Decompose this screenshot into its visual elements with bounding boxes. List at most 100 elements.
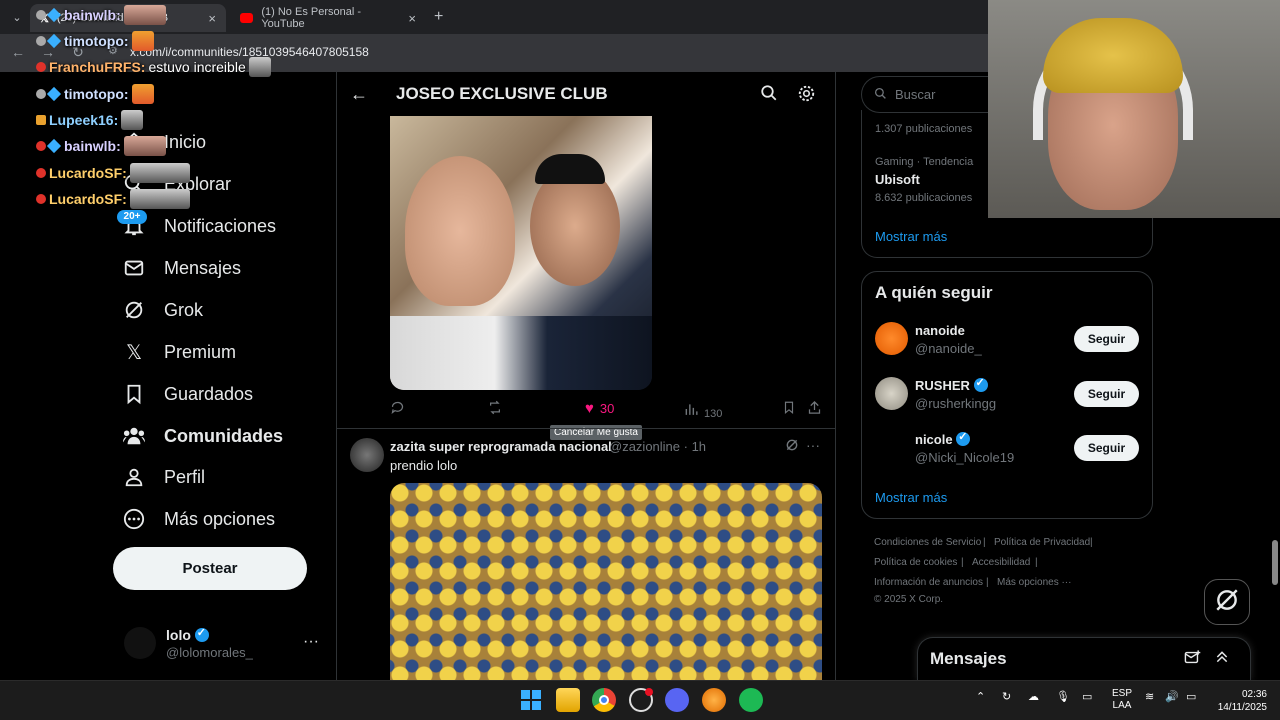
notification-dot <box>645 688 653 696</box>
footer-link[interactable]: Condiciones de Servicio <box>874 537 981 548</box>
post-more-icon[interactable]: ··· <box>806 437 820 453</box>
display-icon[interactable]: ▭ <box>1082 690 1092 703</box>
footer-link[interactable]: Información de anuncios <box>874 577 983 588</box>
chat-text: estuvo increible <box>148 59 246 75</box>
webcam-overlay <box>988 0 1280 218</box>
expand-icon[interactable] <box>1214 648 1230 671</box>
back-icon[interactable]: ← <box>8 42 28 62</box>
back-arrow-icon[interactable]: ← <box>350 84 368 105</box>
grok-icon <box>1214 587 1240 618</box>
photo-detail <box>390 316 652 390</box>
search-input[interactable]: Buscar <box>861 76 991 113</box>
profile-more-icon[interactable]: ··· <box>303 633 319 651</box>
profile-name[interactable]: lolo <box>166 626 209 643</box>
tab-close-icon[interactable]: × <box>208 11 216 26</box>
new-message-icon[interactable] <box>1184 649 1201 671</box>
nav-messages[interactable]: Mensajes <box>122 248 241 288</box>
nav-label: Inicio <box>164 131 207 152</box>
grok-icon[interactable] <box>785 438 799 457</box>
post-photo[interactable] <box>390 116 652 390</box>
like-button[interactable]: ♥ 30 <box>585 400 614 417</box>
show-more-link[interactable]: Mostrar más <box>875 490 947 505</box>
chat-user: LucardoSF: <box>49 191 127 207</box>
avatar[interactable] <box>124 627 156 659</box>
file-explorer-icon[interactable] <box>556 688 580 712</box>
language-indicator[interactable]: ESP LAA <box>1112 688 1132 712</box>
show-more-link[interactable]: Mostrar más <box>875 229 947 244</box>
chat-badge-icon <box>36 89 46 99</box>
grok-icon <box>122 298 146 322</box>
chat-user: bainwlb: <box>64 7 121 23</box>
sync-icon[interactable]: ↻ <box>1002 690 1011 703</box>
verified-badge-icon <box>46 138 62 154</box>
footer-separator: | <box>1035 557 1038 568</box>
bookmark-button[interactable] <box>782 400 796 418</box>
post-text: prendio lolo <box>390 458 458 473</box>
follow-button[interactable]: Seguir <box>1074 381 1139 407</box>
nav-grok[interactable]: Grok <box>122 290 203 330</box>
trend-title[interactable]: Ubisoft <box>875 172 920 187</box>
post-author[interactable]: zazita super reprogramada nacional <box>390 439 612 454</box>
avatar[interactable] <box>875 431 908 464</box>
tab-youtube[interactable]: (1) No Es Personal - YouTube × <box>230 4 426 32</box>
avatar[interactable] <box>350 438 384 472</box>
views-button[interactable]: 130 <box>684 400 722 420</box>
repost-button[interactable] <box>487 400 503 418</box>
footer-separator: | <box>983 537 986 548</box>
battery-icon[interactable]: ▭ <box>1186 690 1196 703</box>
avatar[interactable] <box>875 377 908 410</box>
grok-button[interactable] <box>1204 579 1250 625</box>
post-photo[interactable] <box>390 483 822 680</box>
footer-link[interactable]: Accesibilidad <box>972 557 1030 568</box>
avatar[interactable] <box>875 322 908 355</box>
follow-name[interactable]: nanoide <box>915 323 965 338</box>
new-tab-button[interactable]: + <box>434 8 443 26</box>
views-count: 130 <box>704 408 723 420</box>
post-button[interactable]: Postear <box>113 547 307 590</box>
follow-button[interactable]: Seguir <box>1074 435 1139 461</box>
follow-name[interactable]: nicole <box>915 430 971 447</box>
chat-user: Lupeek16: <box>49 112 119 128</box>
windows-start-icon[interactable] <box>519 688 543 712</box>
clock[interactable]: 02:36 14/11/2025 <box>1212 688 1267 714</box>
share-button[interactable] <box>807 400 822 418</box>
emote-icon <box>248 57 271 77</box>
chevron-up-icon[interactable]: ⌃ <box>976 690 985 703</box>
footer-link[interactable]: Política de Privacidad <box>994 537 1090 548</box>
chat-badge-icon <box>36 10 46 20</box>
verified-icon <box>956 430 971 446</box>
tab-close-icon[interactable]: × <box>408 11 416 26</box>
reply-button[interactable] <box>390 400 405 418</box>
chat-badge-icon <box>36 62 46 72</box>
fl-studio-icon[interactable] <box>702 688 726 712</box>
nav-more[interactable]: Más opciones <box>122 499 275 539</box>
tab-search-button[interactable]: ⌄ <box>8 9 26 27</box>
follow-name[interactable]: RUSHER <box>915 376 988 393</box>
nav-label: Premium <box>164 341 237 362</box>
scrollbar-thumb[interactable] <box>1272 540 1278 585</box>
chat-message: LucardoSF: <box>36 163 190 183</box>
gear-icon[interactable] <box>797 84 816 108</box>
footer-link[interactable]: Más opciones ··· <box>997 577 1071 588</box>
emote-icon <box>129 189 190 209</box>
spotify-icon[interactable] <box>739 688 763 712</box>
nav-bookmarks[interactable]: Guardados <box>122 374 253 414</box>
volume-icon[interactable]: 🔊 <box>1165 690 1179 703</box>
chat-message: Lupeek16: <box>36 110 144 130</box>
heart-icon: ♥ <box>585 400 594 417</box>
discord-icon[interactable] <box>665 688 689 712</box>
chrome-icon[interactable] <box>592 688 616 712</box>
nav-communities[interactable]: Comunidades <box>122 416 283 456</box>
nav-label: Guardados <box>164 383 254 404</box>
cloud-icon[interactable]: ☁ <box>1028 690 1039 703</box>
nav-profile[interactable]: Perfil <box>122 457 205 497</box>
nav-premium[interactable]: 𝕏 Premium <box>122 332 236 372</box>
x-logo-icon: 𝕏 <box>125 341 143 364</box>
wifi-icon[interactable]: ≋ <box>1145 690 1154 703</box>
chat-user: timotopo: <box>64 33 129 49</box>
footer-link[interactable]: Política de cookies <box>874 557 957 568</box>
microphone-icon[interactable]: 🎙 <box>1056 690 1070 703</box>
follow-button[interactable]: Seguir <box>1074 326 1139 352</box>
search-icon[interactable] <box>760 84 778 107</box>
emote-icon <box>131 84 154 104</box>
